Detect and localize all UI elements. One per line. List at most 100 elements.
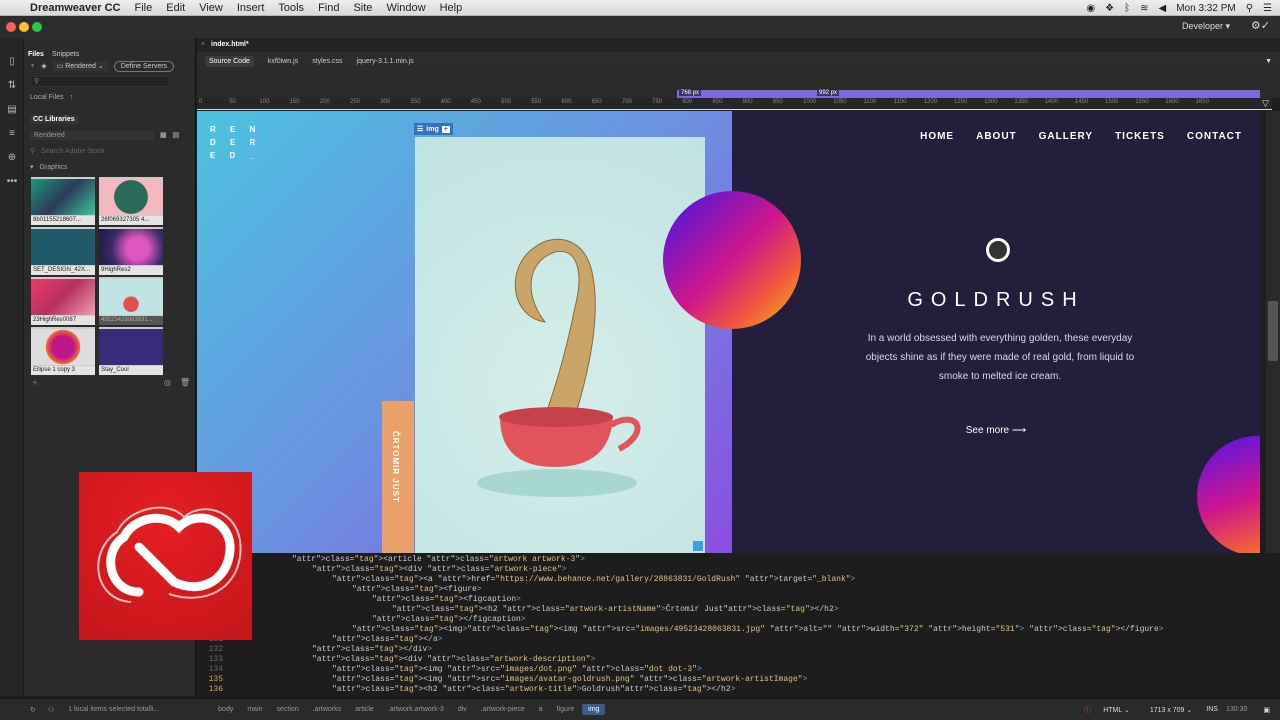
- format-source-icon[interactable]: ≡: [0, 128, 24, 146]
- list-view-icon[interactable]: ▤: [173, 131, 180, 139]
- element-inspect-icon[interactable]: ⊕: [0, 152, 24, 170]
- library-item[interactable]: 23HighRes0087: [31, 277, 95, 325]
- tag-selector-item[interactable]: figure: [551, 704, 581, 715]
- add-graphic-icon[interactable]: +: [32, 378, 38, 389]
- files-search-input[interactable]: ⚲: [30, 76, 170, 87]
- stock-search-input[interactable]: ⚲ Search Adobe Stock: [24, 143, 195, 159]
- bluetooth-icon[interactable]: ᛒ: [1124, 3, 1130, 14]
- site-sync-icon[interactable]: ⚇: [48, 706, 54, 714]
- close-window-button[interactable]: [6, 22, 16, 32]
- related-file-source-code[interactable]: Source Code: [205, 55, 254, 67]
- code-line[interactable]: 134 "attr">class="tag"><img "attr">src="i…: [197, 665, 1280, 675]
- sync-settings-icon[interactable]: ⚙✓: [1251, 19, 1270, 32]
- menu-help[interactable]: Help: [440, 2, 463, 14]
- live-view-options-icon[interactable]: ▤: [0, 104, 24, 122]
- code-line[interactable]: "attr">class="tag"><h2 "attr">class="art…: [197, 605, 1280, 615]
- see-more-link[interactable]: See more ⟶: [732, 425, 1260, 436]
- define-servers-button[interactable]: Define Servers: [113, 60, 175, 72]
- tag-selector-item[interactable]: .artworks: [307, 704, 347, 715]
- hud-menu-icon[interactable]: ☰: [417, 125, 423, 133]
- related-file-jquery[interactable]: jquery-3.1.1.min.js: [357, 58, 414, 65]
- library-item[interactable]: Stay_Cool: [99, 327, 163, 375]
- library-item[interactable]: 9HighRes2: [99, 227, 163, 275]
- menu-insert[interactable]: Insert: [237, 2, 265, 14]
- library-item[interactable]: SET_DESIGN_42X...: [31, 227, 95, 275]
- code-line[interactable]: "attr">class="tag"><figure>: [197, 585, 1280, 595]
- tag-selector-item[interactable]: section: [271, 704, 305, 715]
- library-item[interactable]: 49523428063831...: [99, 277, 163, 325]
- open-document-icon[interactable]: ▯: [0, 56, 24, 74]
- code-line[interactable]: 133 "attr">class="tag"><div "attr">class=…: [197, 655, 1280, 665]
- resize-handle-icon[interactable]: ▽: [1262, 98, 1269, 109]
- code-line[interactable]: "attr">class="tag"><img>"attr">class="ta…: [197, 625, 1280, 635]
- volume-icon[interactable]: ◀: [1159, 3, 1167, 14]
- code-line[interactable]: 132 "attr">class="tag"></div>: [197, 645, 1280, 655]
- window-size-select[interactable]: 1713 x 709 ⌄: [1150, 706, 1192, 714]
- media-query-768[interactable]: 768 px: [679, 90, 702, 96]
- menu-find[interactable]: Find: [318, 2, 339, 14]
- nav-contact[interactable]: CONTACT: [1187, 131, 1242, 142]
- library-item[interactable]: Ellipse 1 copy 3: [31, 327, 95, 375]
- image-properties-icon[interactable]: [693, 541, 703, 551]
- grid-view-icon[interactable]: ▦: [160, 131, 167, 139]
- nav-about[interactable]: ABOUT: [976, 131, 1017, 142]
- code-line[interactable]: "attr">class="tag"><figcaption>: [197, 595, 1280, 605]
- tab-snippets[interactable]: Snippets: [52, 51, 79, 58]
- tab-index-html[interactable]: index.html*: [211, 41, 249, 48]
- scrollbar-thumb[interactable]: [1268, 301, 1278, 361]
- library-select[interactable]: Rendered: [30, 130, 154, 140]
- language-select[interactable]: HTML ⌄: [1103, 706, 1130, 714]
- code-view[interactable]: "attr">class="tag"><article "attr">class…: [197, 553, 1280, 698]
- code-line[interactable]: "attr">class="tag"></figcaption>: [197, 615, 1280, 625]
- tag-selector-item[interactable]: article: [349, 704, 380, 715]
- tag-selector-item[interactable]: .artwork-piece: [475, 704, 531, 715]
- vertical-scrollbar[interactable]: [1266, 111, 1280, 553]
- tag-selector-item[interactable]: main: [241, 704, 268, 715]
- tag-selector-item[interactable]: body: [212, 704, 239, 715]
- code-line[interactable]: 136 "attr">class="tag"><h2 "attr">class="…: [197, 685, 1280, 695]
- code-line[interactable]: "attr">class="tag"><article "attr">class…: [197, 555, 1280, 565]
- graphics-section-header[interactable]: ▾ Graphics: [24, 159, 195, 175]
- library-item[interactable]: 8b01155218607...: [31, 177, 95, 225]
- tag-selector-item[interactable]: .artwork.artwork-3: [382, 704, 450, 715]
- menu-view[interactable]: View: [199, 2, 223, 14]
- artwork-image[interactable]: [415, 137, 705, 553]
- site-select[interactable]: ▭ Rendered ⌄: [52, 61, 108, 71]
- wifi-icon[interactable]: ≋: [1140, 3, 1148, 14]
- more-tools-icon[interactable]: •••: [0, 176, 24, 194]
- code-line[interactable]: "attr">class="tag"><div "attr">class="ar…: [197, 565, 1280, 575]
- trash-icon[interactable]: 🗑: [180, 378, 190, 387]
- ruler[interactable]: 0 50 100 150 200 250 300 350 400 450 500 550 600 650 7…: [197, 98, 1272, 110]
- preview-device-icon[interactable]: ▣: [1263, 706, 1270, 714]
- notification-center-icon[interactable]: ☰: [1263, 3, 1272, 14]
- element-hud[interactable]: ☰ img +: [414, 123, 453, 135]
- library-item[interactable]: 26f069327305 4...: [99, 177, 163, 225]
- connect-icon[interactable]: ♆: [30, 63, 35, 70]
- menu-file[interactable]: File: [135, 2, 153, 14]
- tag-selector-item[interactable]: div: [452, 704, 473, 715]
- nav-home[interactable]: HOME: [920, 131, 954, 142]
- spotlight-icon[interactable]: ⚲: [1246, 3, 1253, 14]
- creative-cloud-icon[interactable]: ◉: [1086, 3, 1095, 14]
- site-logo[interactable]: R E N D E R E D _: [210, 123, 261, 162]
- app-menu[interactable]: Dreamweaver CC: [30, 2, 121, 14]
- nav-tickets[interactable]: TICKETS: [1115, 131, 1165, 142]
- zoom-window-button[interactable]: [32, 22, 42, 32]
- close-tab-icon[interactable]: ×: [201, 41, 205, 48]
- media-query-range[interactable]: [677, 90, 1260, 98]
- tab-cc-libraries[interactable]: CC Libraries: [30, 114, 78, 124]
- error-icon[interactable]: ⓘ: [1084, 705, 1091, 715]
- workspace-switcher[interactable]: Developer ▾: [1182, 21, 1230, 32]
- code-line[interactable]: 135 "attr">class="tag"><img "attr">src="i…: [197, 675, 1280, 685]
- dropbox-icon[interactable]: ❖: [1105, 3, 1114, 14]
- menu-edit[interactable]: Edit: [166, 2, 185, 14]
- tab-files[interactable]: Files: [28, 51, 44, 58]
- add-class-icon[interactable]: +: [441, 125, 450, 133]
- menu-site[interactable]: Site: [353, 2, 372, 14]
- tag-selector-item[interactable]: img: [582, 704, 606, 715]
- media-query-992[interactable]: 992 px: [817, 90, 840, 96]
- code-line[interactable]: "attr">class="tag"><a "attr">href="https…: [197, 575, 1280, 585]
- clock[interactable]: Mon 3:32 PM: [1176, 3, 1235, 14]
- tag-selector-item[interactable]: a: [533, 704, 549, 715]
- code-line[interactable]: 131"attr">class="tag"></a>: [197, 635, 1280, 645]
